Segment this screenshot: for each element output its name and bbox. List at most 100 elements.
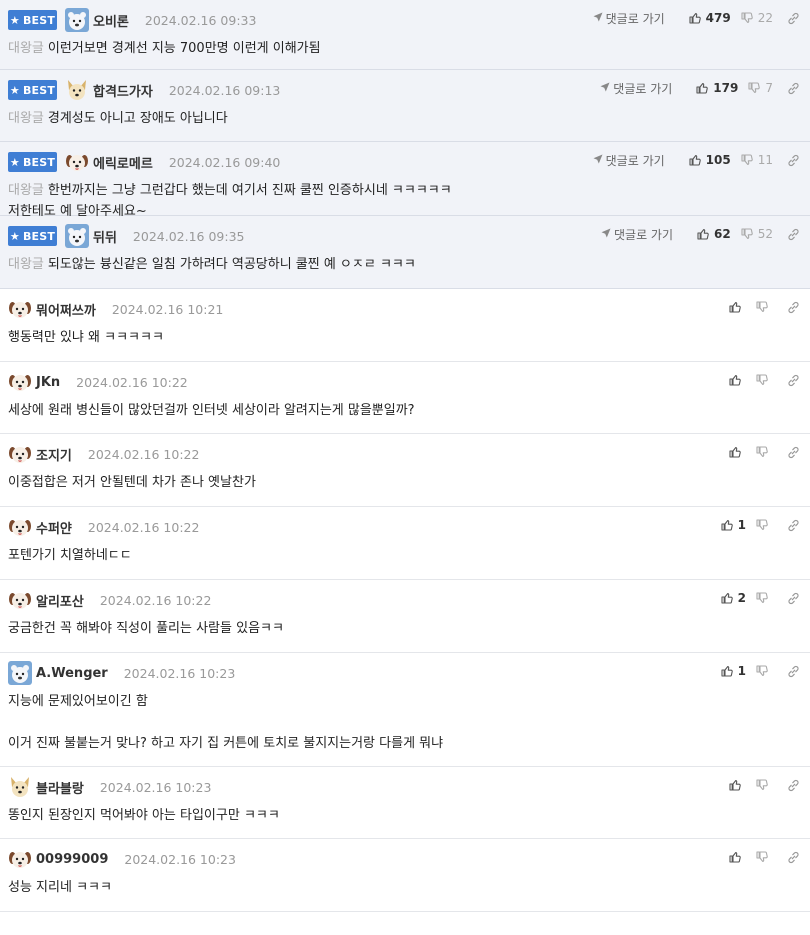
copy-link-icon[interactable] bbox=[787, 519, 800, 532]
copy-link-icon[interactable] bbox=[787, 665, 800, 678]
thumbs-down-icon bbox=[741, 12, 758, 24]
copy-link-icon[interactable] bbox=[787, 82, 800, 95]
puppy-avatar[interactable] bbox=[8, 370, 32, 394]
copy-link-icon[interactable] bbox=[787, 446, 800, 459]
nickname[interactable]: 수퍼얀 bbox=[36, 518, 72, 537]
puppy-avatar[interactable] bbox=[8, 588, 32, 612]
thumbs-up-icon bbox=[729, 446, 746, 458]
downvote-button[interactable]: 11 bbox=[741, 153, 773, 167]
comment-text-block: 포텐가기 치열하네ㄷㄷ bbox=[8, 545, 800, 566]
star-icon: ★ bbox=[9, 229, 20, 243]
puppy-avatar[interactable] bbox=[65, 150, 89, 174]
upvote-button[interactable]: 2 bbox=[721, 591, 746, 605]
comment-text-block: 이중접합은 저거 안될텐데 차가 존나 옛날찬가 bbox=[8, 472, 800, 493]
comment-date: 2024.02.16 10:23 bbox=[124, 851, 236, 867]
nickname[interactable]: 알리포산 bbox=[36, 591, 84, 610]
copy-link-icon[interactable] bbox=[787, 228, 800, 241]
goto-reply-label: 댓글로 가기 bbox=[614, 227, 674, 242]
upvote-button[interactable] bbox=[729, 446, 746, 458]
polar-bear-avatar[interactable] bbox=[65, 8, 89, 32]
upvote-button[interactable]: 105 bbox=[689, 153, 731, 167]
copy-link-icon[interactable] bbox=[787, 851, 800, 864]
polar-bear-avatar[interactable] bbox=[8, 661, 32, 685]
comment-text-block: 대왕글 경계성도 아니고 장애도 아닙니다 bbox=[8, 108, 800, 129]
upvote-count: 105 bbox=[705, 153, 731, 167]
copy-link-icon[interactable] bbox=[787, 374, 800, 387]
upvote-button[interactable]: 479 bbox=[689, 11, 731, 25]
send-icon bbox=[593, 11, 606, 25]
downvote-button[interactable] bbox=[756, 374, 773, 386]
comment-text: 경계성도 아니고 장애도 아닙니다 bbox=[47, 111, 228, 126]
copy-link-icon[interactable] bbox=[787, 592, 800, 605]
thumbs-down-icon bbox=[756, 779, 773, 791]
copy-link-icon[interactable] bbox=[787, 301, 800, 314]
nickname[interactable]: 블라블랑 bbox=[36, 778, 84, 797]
puppy-avatar[interactable] bbox=[8, 297, 32, 321]
downvote-button[interactable]: 52 bbox=[741, 227, 773, 241]
upvote-button[interactable]: 179 bbox=[696, 81, 738, 95]
thumbs-down-icon bbox=[756, 374, 773, 386]
thumbs-down-icon bbox=[756, 519, 773, 531]
puppy-avatar[interactable] bbox=[8, 847, 32, 871]
upvote-button[interactable] bbox=[729, 374, 746, 386]
nickname[interactable]: 뒤뒤 bbox=[93, 227, 117, 246]
downvote-button[interactable] bbox=[756, 779, 773, 791]
comment-date: 2024.02.16 09:13 bbox=[168, 82, 281, 98]
nickname[interactable]: 에릭로메르 bbox=[93, 153, 153, 172]
comment-header: 수퍼얀 2024.02.16 10:22 bbox=[8, 516, 199, 538]
comment-header: 00999009 2024.02.16 10:23 bbox=[8, 848, 236, 870]
upvote-button[interactable]: 62 bbox=[697, 227, 731, 241]
thumbs-up-icon bbox=[689, 154, 706, 166]
nickname[interactable]: 00999009 bbox=[36, 852, 108, 867]
dog-avatar[interactable] bbox=[65, 78, 89, 102]
copy-link-icon[interactable] bbox=[787, 779, 800, 792]
comment: A.Wenger 2024.02.16 10:23 1 지능에 문제있어보이긴 함 이… bbox=[0, 653, 810, 767]
downvote-button[interactable] bbox=[756, 301, 773, 313]
comment-text-block: 세상에 원래 병신들이 많았던걸까 인터넷 세상이라 알려지는게 많을뿐일까? bbox=[8, 400, 800, 421]
comment-text: 세상에 원래 병신들이 많았던걸까 인터넷 세상이라 알려지는게 많을뿐일까? bbox=[8, 403, 415, 418]
goto-reply-link[interactable]: 댓글로 가기 bbox=[593, 152, 665, 169]
goto-reply-link[interactable]: 댓글로 가기 bbox=[601, 226, 673, 243]
upvote-button[interactable]: 1 bbox=[721, 664, 746, 678]
downvote-count: 52 bbox=[757, 227, 773, 241]
downvote-button[interactable]: 7 bbox=[748, 81, 773, 95]
thumbs-down-icon bbox=[756, 446, 773, 458]
comment: 00999009 2024.02.16 10:23 성능 지리네 ㅋㅋㅋ bbox=[0, 839, 810, 912]
downvote-button[interactable] bbox=[756, 851, 773, 863]
polar-bear-avatar[interactable] bbox=[65, 224, 89, 248]
best-comment: ★ BEST 합격드가자 2024.02.16 09:13 댓글로 가기 179 7 대왕글 경… bbox=[0, 70, 810, 142]
nickname[interactable]: 합격드가자 bbox=[93, 81, 153, 100]
comment-actions: 댓글로 가기 479 22 bbox=[593, 9, 800, 27]
nickname[interactable]: 오비론 bbox=[93, 11, 129, 30]
upvote-count: 179 bbox=[713, 81, 739, 95]
thumbs-down-icon bbox=[756, 301, 773, 313]
upvote-button[interactable] bbox=[729, 851, 746, 863]
downvote-button[interactable] bbox=[756, 592, 773, 604]
nickname[interactable]: 조지기 bbox=[36, 445, 72, 464]
comment-header: A.Wenger 2024.02.16 10:23 bbox=[8, 661, 235, 685]
comment-date: 2024.02.16 09:40 bbox=[168, 154, 281, 170]
downvote-button[interactable] bbox=[756, 665, 773, 677]
goto-reply-link[interactable]: 댓글로 가기 bbox=[593, 10, 665, 27]
upvote-button[interactable] bbox=[729, 301, 746, 313]
nickname[interactable]: A.Wenger bbox=[36, 666, 108, 681]
downvote-button[interactable]: 22 bbox=[741, 11, 773, 25]
comment-actions: 2 bbox=[711, 589, 800, 607]
downvote-button[interactable] bbox=[756, 446, 773, 458]
upvote-button[interactable]: 1 bbox=[721, 518, 746, 532]
nickname[interactable]: JKn bbox=[36, 375, 60, 390]
reply-prefix: 대왕글 bbox=[8, 111, 44, 126]
comment: 조지기 2024.02.16 10:22 이중접합은 저거 안될텐데 차가 존나 옛… bbox=[0, 434, 810, 507]
comment-text: 되도않는 븅신같은 일침 가하려다 역공당하니 쿨찐 예 ㅇㅈㄹ ㅋㅋㅋ bbox=[47, 257, 416, 272]
copy-link-icon[interactable] bbox=[787, 12, 800, 25]
send-icon bbox=[600, 81, 613, 95]
downvote-button[interactable] bbox=[756, 519, 773, 531]
upvote-button[interactable] bbox=[729, 779, 746, 791]
dog-avatar[interactable] bbox=[8, 775, 32, 799]
goto-reply-link[interactable]: 댓글로 가기 bbox=[600, 80, 672, 97]
puppy-avatar[interactable] bbox=[8, 515, 32, 539]
thumbs-up-icon bbox=[729, 374, 746, 386]
nickname[interactable]: 뭐어쩌쓰까 bbox=[36, 300, 96, 319]
puppy-avatar[interactable] bbox=[8, 442, 32, 466]
copy-link-icon[interactable] bbox=[787, 154, 800, 167]
